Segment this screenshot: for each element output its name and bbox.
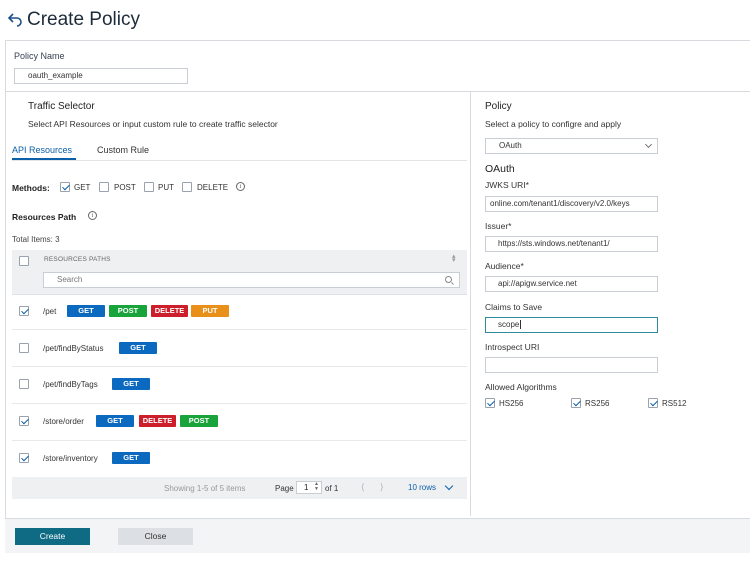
audience-value: api://apigw.service.net <box>498 279 577 288</box>
policy-name-input[interactable]: oauth_example <box>14 68 188 84</box>
row-path-store-order: /store/order <box>43 417 84 426</box>
jwks-uri-value: online.com/tenant1/discovery/v2.0/keys <box>490 199 630 208</box>
method-badge-delete: DELETE <box>151 305 188 317</box>
algorithm-rs256-checkbox[interactable] <box>571 398 581 408</box>
method-post-label: POST <box>114 183 136 192</box>
algorithm-hs256-label: HS256 <box>499 399 524 408</box>
method-badge-get: GET <box>119 342 157 354</box>
traffic-selector-title: Traffic Selector <box>28 101 95 112</box>
policy-name-value: oauth_example <box>28 71 83 80</box>
algorithm-rs256-label: RS256 <box>585 399 610 408</box>
page-of-total: of 1 <box>325 484 339 493</box>
tab-api-resources[interactable]: API Resources <box>12 145 72 155</box>
issuer-label: Issuer* <box>485 221 512 231</box>
column-header-resources-paths: RESOURCES PATHS <box>44 256 111 263</box>
policy-type-select[interactable]: OAuth <box>485 138 658 154</box>
row-checkbox-pet-findbystatus[interactable] <box>19 343 29 353</box>
claims-to-save-label: Claims to Save <box>485 302 543 312</box>
page-stepper-icon[interactable]: ▲ ▼ <box>314 482 319 492</box>
tabs-divider <box>12 160 467 161</box>
create-button[interactable]: Create <box>15 528 90 545</box>
sort-icon[interactable]: ▴ ▾ <box>452 253 456 264</box>
select-all-checkbox[interactable] <box>19 256 29 266</box>
methods-label: Methods: <box>12 183 50 193</box>
method-badge-get: GET <box>112 452 150 464</box>
row-checkbox-store-inventory[interactable] <box>19 453 29 463</box>
methods-info-icon[interactable]: i <box>236 182 245 191</box>
footer-bar <box>5 519 750 553</box>
policy-description: Select a policy to configre and apply <box>485 119 622 129</box>
claims-to-save-input[interactable]: scope <box>485 317 658 333</box>
method-badge-post: POST <box>180 415 218 427</box>
method-get-label: GET <box>74 183 91 192</box>
method-badge-put: PUT <box>191 305 229 317</box>
claims-to-save-value: scope <box>498 320 520 329</box>
row-divider <box>12 366 467 367</box>
search-input[interactable]: Search <box>43 272 460 288</box>
header: Create Policy <box>0 0 750 40</box>
introspect-uri-label: Introspect URI <box>485 342 540 352</box>
resources-path-info-icon[interactable]: i <box>88 211 97 220</box>
text-cursor <box>520 320 522 330</box>
policy-name-label: Policy Name <box>14 51 65 61</box>
previous-page-button[interactable]: ⟨ <box>361 482 365 493</box>
method-delete-checkbox[interactable] <box>182 182 192 192</box>
audience-input[interactable]: api://apigw.service.net <box>485 276 658 292</box>
method-badge-get: GET <box>67 305 105 317</box>
rows-per-page-select[interactable]: 10 rows <box>408 483 436 492</box>
jwks-uri-label: JWKS URI* <box>485 180 529 190</box>
policy-type-value: OAuth <box>499 141 522 150</box>
row-divider <box>12 440 467 441</box>
page-title: Create Policy <box>27 9 140 30</box>
issuer-value: https://sts.windows.net/tenant1/ <box>498 239 610 248</box>
resources-path-label: Resources Path <box>12 212 77 222</box>
row-divider <box>12 329 467 330</box>
allowed-algorithms-label: Allowed Algorithms <box>485 382 557 392</box>
traffic-selector-description: Select API Resources or input custom rul… <box>28 119 278 129</box>
algorithm-hs256-checkbox[interactable] <box>485 398 495 408</box>
row-path-store-inventory: /store/inventory <box>43 454 98 463</box>
row-path-pet-findbystatus: /pet/findByStatus <box>43 344 104 353</box>
page-number-value: 1 <box>304 483 309 492</box>
oauth-section-title: OAuth <box>485 163 515 175</box>
search-placeholder: Search <box>57 275 83 284</box>
method-delete-label: DELETE <box>197 183 229 192</box>
pagination-summary: Showing 1-5 of 5 items <box>164 484 246 493</box>
method-badge-delete: DELETE <box>139 415 176 427</box>
tab-custom-rule[interactable]: Custom Rule <box>97 145 149 155</box>
row-checkbox-pet-findbytags[interactable] <box>19 379 29 389</box>
introspect-uri-input[interactable] <box>485 357 658 373</box>
method-put-checkbox[interactable] <box>144 182 154 192</box>
row-divider <box>12 403 467 404</box>
method-badge-get: GET <box>96 415 134 427</box>
method-badge-post: POST <box>109 305 147 317</box>
algorithm-rs512-label: RS512 <box>662 399 687 408</box>
next-page-button[interactable]: ⟩ <box>380 482 384 493</box>
audience-label: Audience* <box>485 261 524 271</box>
row-checkbox-store-order[interactable] <box>19 416 29 426</box>
method-badge-get: GET <box>112 378 150 390</box>
algorithm-rs512-checkbox[interactable] <box>648 398 658 408</box>
back-arrow-icon[interactable] <box>7 11 23 27</box>
search-icon[interactable] <box>445 276 452 283</box>
row-checkbox-pet[interactable] <box>19 306 29 316</box>
close-button[interactable]: Close <box>118 528 193 545</box>
column-divider <box>470 92 471 516</box>
method-post-checkbox[interactable] <box>99 182 109 192</box>
policy-title: Policy <box>485 101 512 112</box>
row-path-pet-findbytags: /pet/findByTags <box>43 380 98 389</box>
row-path-pet: /pet <box>43 307 57 316</box>
section-divider <box>5 91 750 92</box>
total-items: Total Items: 3 <box>12 235 60 244</box>
issuer-input[interactable]: https://sts.windows.net/tenant1/ <box>485 236 658 252</box>
page-label: Page <box>275 484 294 493</box>
method-put-label: PUT <box>158 183 174 192</box>
method-get-checkbox[interactable] <box>60 182 70 192</box>
jwks-uri-input[interactable]: online.com/tenant1/discovery/v2.0/keys <box>485 196 658 212</box>
